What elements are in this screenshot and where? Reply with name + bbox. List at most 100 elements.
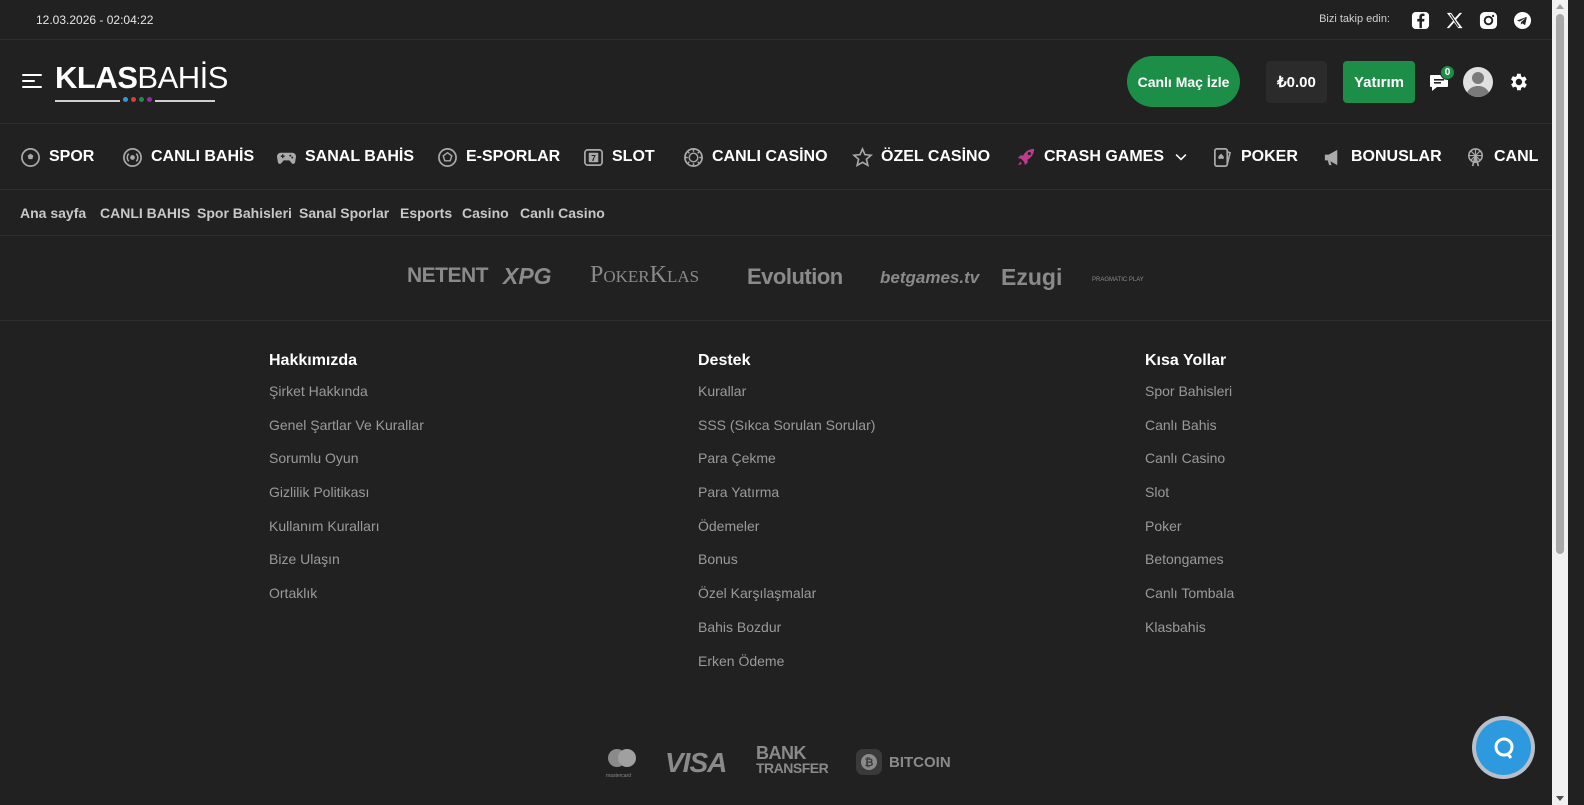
footer-link[interactable]: Canlı Casino bbox=[1145, 449, 1234, 483]
provider-ezugi-logo[interactable]: Ezugi bbox=[1001, 264, 1062, 291]
footer-link[interactable]: Gizlilik Politikası bbox=[269, 483, 424, 517]
datetime: 12.03.2026 - 02:04:22 bbox=[36, 13, 154, 27]
footer-link[interactable]: Genel Şartlar Ve Kurallar bbox=[269, 416, 424, 450]
nav-item-ozel-casino[interactable]: ÖZEL CASİNO bbox=[852, 124, 990, 189]
hamburger-menu-icon[interactable] bbox=[22, 74, 42, 90]
x-icon[interactable] bbox=[1444, 10, 1464, 30]
nav-label: E-SPORLAR bbox=[466, 148, 561, 165]
provider-logos: NETENT XPG PokerKlas Evolution betgames.… bbox=[0, 236, 1552, 321]
scroll-down-arrow-icon[interactable] bbox=[1556, 796, 1564, 801]
soccer-ball-icon bbox=[21, 147, 40, 167]
top-bar: 12.03.2026 - 02:04:22 Bizi takip edin: bbox=[0, 0, 1568, 40]
live-broadcast-icon bbox=[123, 147, 142, 167]
footer-shortcuts-column: Kısa Yollar Spor Bahisleri Canlı Bahis C… bbox=[1145, 352, 1234, 652]
provider-pokerklas-logo[interactable]: PokerKlas bbox=[590, 262, 699, 289]
scrollbar-thumb[interactable] bbox=[1556, 14, 1564, 554]
main-navigation: SPOR CANLI BAHİS SANAL BAHİS E-SPORLAR 7… bbox=[0, 124, 1552, 190]
nav-item-e-sporlar[interactable]: E-SPORLAR bbox=[437, 124, 561, 189]
nav-item-sanal-bahis[interactable]: SANAL BAHİS bbox=[276, 124, 415, 189]
footer-link[interactable]: Poker bbox=[1145, 517, 1234, 551]
provider-xpg-logo[interactable]: XPG bbox=[503, 263, 552, 290]
bank-transfer-logo: BANK TRANSFER bbox=[756, 743, 829, 776]
nav-label: BONUSLAR bbox=[1351, 148, 1442, 165]
nav-item-bonuslar[interactable]: BONUSLAR bbox=[1322, 124, 1442, 189]
site-header: KLASBAHİS Canlı Maç İzle ₺0.00 Yatırım 0 bbox=[0, 40, 1568, 124]
nav-label: SLOT bbox=[612, 148, 655, 165]
footer-link[interactable]: SSS (Sıkca Sorulan Sorular) bbox=[698, 416, 875, 450]
provider-netent-logo[interactable]: NETENT bbox=[407, 264, 489, 288]
footer-link[interactable]: Para Yatırma bbox=[698, 483, 875, 517]
nav-label: CANLI BAHİS bbox=[151, 148, 255, 165]
footer-link[interactable]: Özel Karşılaşmalar bbox=[698, 584, 875, 618]
footer-link[interactable]: Canlı Bahis bbox=[1145, 416, 1234, 450]
footer-link[interactable]: Ortaklık bbox=[269, 584, 424, 618]
nav-label: CANLI CASİNO bbox=[712, 148, 828, 165]
footer-link[interactable]: Canlı Tombala bbox=[1145, 584, 1234, 618]
messages-badge: 0 bbox=[1440, 65, 1455, 80]
settings-gear-icon[interactable] bbox=[1507, 71, 1529, 93]
footer-link[interactable]: Klasbahis bbox=[1145, 618, 1234, 652]
nav-item-canli-bahis[interactable]: CANLI BAHİS bbox=[122, 124, 255, 189]
megaphone-icon bbox=[1324, 149, 1338, 165]
user-avatar-icon[interactable] bbox=[1463, 67, 1493, 97]
scroll-up-arrow-icon[interactable] bbox=[1556, 4, 1564, 9]
footer-link[interactable]: Para Çekme bbox=[698, 449, 875, 483]
footer-link[interactable]: Betongames bbox=[1145, 550, 1234, 584]
nav-item-canli-tombala[interactable]: CANL bbox=[1465, 124, 1539, 189]
nav-item-poker[interactable]: POKER bbox=[1212, 124, 1298, 189]
subnav-esports[interactable]: Esports bbox=[400, 205, 452, 221]
nav-label: CANL bbox=[1494, 148, 1539, 165]
social-links bbox=[1410, 10, 1532, 30]
mastercard-logo: mastercard bbox=[606, 748, 638, 779]
subnav-canli-casino[interactable]: Canlı Casino bbox=[520, 205, 605, 221]
rocket-icon bbox=[1017, 148, 1035, 165]
instagram-icon[interactable] bbox=[1478, 10, 1498, 30]
subnav-canli-bahis[interactable]: CANLI BAHIS bbox=[100, 205, 190, 221]
visa-logo: VISA bbox=[665, 747, 727, 778]
chevron-down-icon bbox=[1175, 154, 1187, 161]
site-logo[interactable]: KLASBAHİS bbox=[55, 62, 228, 106]
balance-display[interactable]: ₺0.00 bbox=[1266, 61, 1327, 103]
esports-icon bbox=[438, 147, 457, 167]
footer-link[interactable]: Bize Ulaşın bbox=[269, 550, 424, 584]
footer-link[interactable]: Bahis Bozdur bbox=[698, 618, 875, 652]
nav-item-spor[interactable]: SPOR bbox=[20, 124, 95, 189]
provider-betgames-logo[interactable]: betgames.tv bbox=[880, 268, 979, 288]
footer-link[interactable]: Kullanım Kuralları bbox=[269, 517, 424, 551]
nav-item-crash-games[interactable]: CRASH GAMES bbox=[1015, 124, 1190, 189]
nav-label: SANAL BAHİS bbox=[305, 148, 415, 165]
footer-link[interactable]: Erken Ödeme bbox=[698, 652, 875, 686]
deposit-button[interactable]: Yatırım bbox=[1343, 61, 1415, 103]
subnav-sanal-sporlar[interactable]: Sanal Sporlar bbox=[299, 205, 389, 221]
provider-evolution-logo[interactable]: Evolution bbox=[747, 264, 843, 290]
footer-link[interactable]: Ödemeler bbox=[698, 517, 875, 551]
bitcoin-logo: ₿ BITCOIN bbox=[855, 748, 951, 776]
subnav-spor-bahisleri[interactable]: Spor Bahisleri bbox=[197, 205, 292, 221]
footer-link[interactable]: Kurallar bbox=[698, 382, 875, 416]
poker-card-icon bbox=[1214, 147, 1232, 167]
nav-item-canli-casino[interactable]: CANLI CASİNO bbox=[683, 124, 828, 189]
star-icon bbox=[852, 146, 873, 167]
page-scrollbar[interactable] bbox=[1552, 0, 1568, 805]
slot-icon: 7 bbox=[584, 148, 603, 166]
footer-link[interactable]: Bonus bbox=[698, 550, 875, 584]
svg-text:7: 7 bbox=[591, 152, 596, 162]
subnav-casino[interactable]: Casino bbox=[462, 205, 509, 221]
nav-label: SPOR bbox=[49, 148, 95, 165]
breadcrumb-nav: Ana sayfa CANLI BAHIS Spor Bahisleri San… bbox=[0, 190, 1552, 236]
footer-link[interactable]: Slot bbox=[1145, 483, 1234, 517]
follow-label: Bizi takip edin: bbox=[1319, 13, 1390, 25]
telegram-icon[interactable] bbox=[1512, 10, 1532, 30]
footer-link[interactable]: Spor Bahisleri bbox=[1145, 382, 1234, 416]
footer-link[interactable]: Sorumlu Oyun bbox=[269, 449, 424, 483]
footer-link[interactable]: Şirket Hakkında bbox=[269, 382, 424, 416]
live-chat-button[interactable] bbox=[1472, 716, 1535, 779]
gamepad-icon bbox=[276, 152, 297, 164]
watch-live-button[interactable]: Canlı Maç İzle bbox=[1127, 56, 1240, 107]
mastercard-icon bbox=[608, 749, 636, 767]
svg-text:₿: ₿ bbox=[865, 757, 874, 769]
facebook-icon[interactable] bbox=[1410, 10, 1430, 30]
nav-item-slot[interactable]: 7 SLOT bbox=[583, 124, 655, 189]
subnav-ana-sayfa[interactable]: Ana sayfa bbox=[20, 205, 86, 221]
provider-pragmatic-logo[interactable]: PRAGMATIC PLAY bbox=[1092, 277, 1144, 283]
